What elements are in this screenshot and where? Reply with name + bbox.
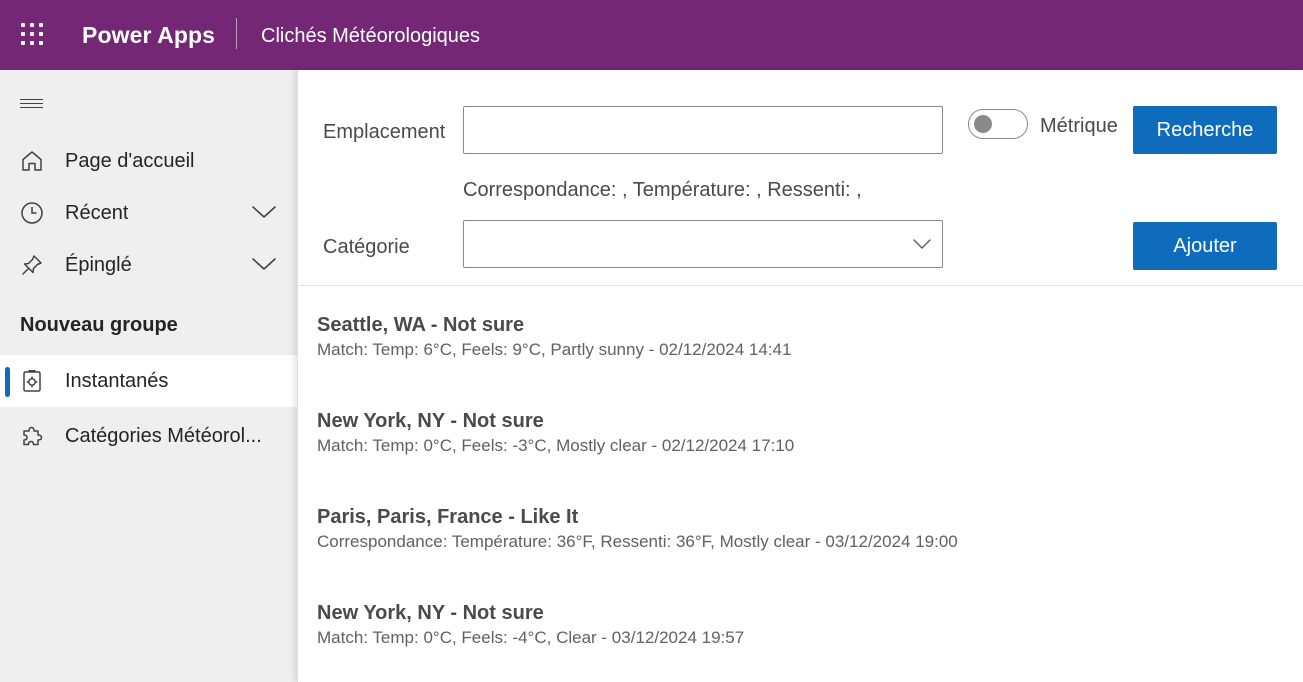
location-label: Emplacement [323,121,446,143]
search-button[interactable]: Recherche [1133,106,1277,154]
sidebar-item-home[interactable]: Page d'accueil [0,135,297,187]
sidebar-item-pinned[interactable]: Épinglé [0,239,297,291]
sidebar-item-snapshots[interactable]: Instantanés [0,355,297,407]
weather-result-text: Correspondance: , Température: , Ressent… [463,179,862,201]
metric-toggle[interactable] [968,109,1028,139]
category-label: Catégorie [323,236,410,258]
puzzle-icon [23,426,43,446]
nav-group-title: Nouveau groupe [20,314,178,336]
app-name[interactable]: Power Apps [82,20,215,50]
sidebar-item-recent[interactable]: Récent [0,187,297,239]
sidebar-item-label: Catégories Météorol... [65,425,262,447]
snapshot-item[interactable]: Seattle, WA - Not sure Match: Temp: 6°C,… [317,313,1277,383]
app-launcher-icon[interactable] [20,22,46,48]
snapshot-title: New York, NY - Not sure [317,410,544,432]
toggle-knob [974,115,992,133]
chevron-down-icon[interactable] [252,202,276,222]
snapshot-icon [23,370,41,392]
metric-label: Métrique [1040,115,1118,137]
app-header: Power Apps Clichés Météorologiques [0,0,1303,70]
category-dropdown[interactable] [463,220,943,268]
snapshot-detail: Match: Temp: 6°C, Feels: 9°C, Partly sun… [317,340,792,359]
clock-icon [21,202,43,224]
selection-indicator [5,367,10,397]
sidebar-item-label: Récent [65,202,129,224]
chevron-down-icon[interactable] [252,254,276,274]
snapshot-title: Paris, Paris, France - Like It [317,506,579,528]
snapshot-detail: Match: Temp: 0°C, Feels: -4°C, Clear - 0… [317,628,745,647]
add-button[interactable]: Ajouter [1133,222,1277,270]
sidebar-item-label: Instantanés [65,370,169,392]
location-input[interactable] [463,106,943,154]
hamburger-menu-icon[interactable] [20,97,44,111]
sidebar-item-label: Épinglé [65,254,132,276]
snapshot-item[interactable]: New York, NY - Not sure Match: Temp: 0°C… [317,601,1277,671]
snapshot-detail: Correspondance: Température: 36°F, Resse… [317,532,958,551]
header-divider [236,18,237,49]
home-icon [22,151,42,171]
snapshot-item[interactable]: Paris, Paris, France - Like It Correspon… [317,505,1277,575]
snapshot-item[interactable]: New York, NY - Not sure Match: Temp: 0°C… [317,409,1277,479]
snapshot-title: Seattle, WA - Not sure [317,314,525,336]
snapshot-title: New York, NY - Not sure [317,602,544,624]
sidebar-item-label: Page d'accueil [65,150,195,172]
pin-icon [22,255,42,275]
sidebar: Page d'accueil Récent Épinglé Nouveau gr… [0,70,297,682]
page-title: Clichés Météorologiques [261,25,481,47]
main-content: Emplacement Métrique Recherche Correspon… [297,70,1303,682]
sidebar-item-weather-categories[interactable]: Catégories Météorol... [0,410,297,462]
section-divider [298,285,1303,286]
snapshot-detail: Match: Temp: 0°C, Feels: -3°C, Mostly cl… [317,436,795,455]
chevron-down-icon [913,239,931,249]
